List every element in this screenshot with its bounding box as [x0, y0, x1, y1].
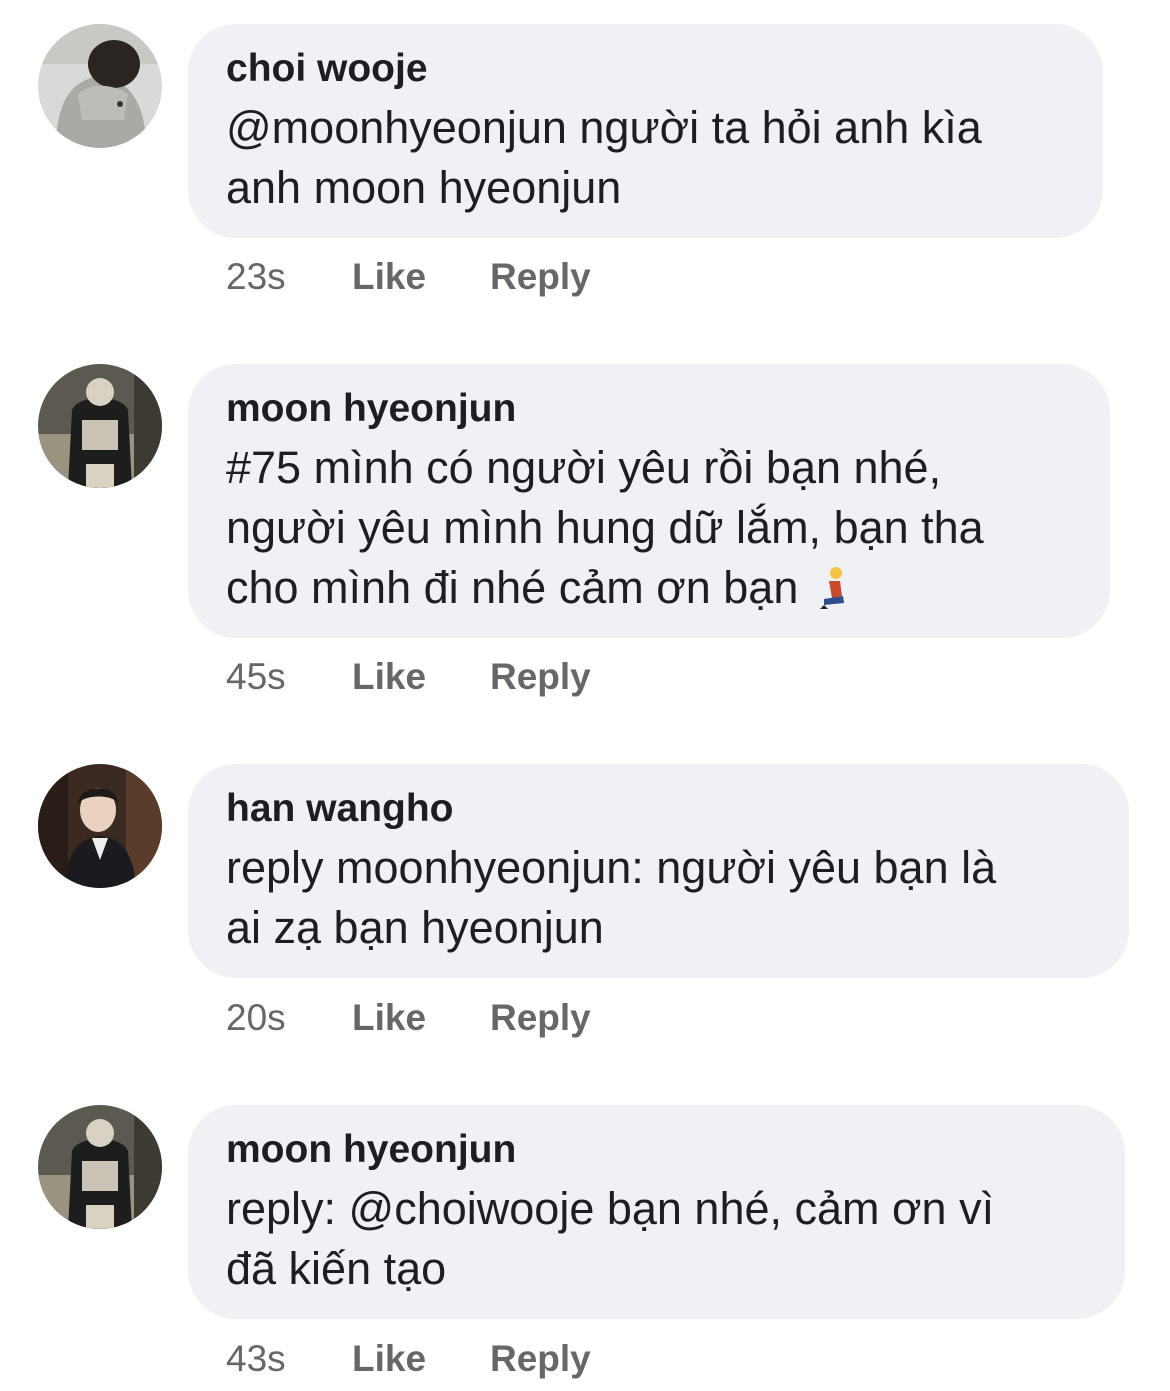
comment-timestamp: 20s — [226, 997, 286, 1038]
avatar-gray-hoodie-icon — [38, 24, 162, 148]
kneeling-person-emoji-icon — [816, 565, 850, 611]
comment-text-segment: cho mình đi nhé cảm ơn bạn — [226, 562, 799, 613]
comment-author[interactable]: han wangho — [226, 784, 1089, 834]
comment-text-line: đã kiến tạo — [226, 1243, 447, 1294]
avatar[interactable] — [38, 1105, 162, 1229]
comment-text: #75 mình có người yêu rồi bạn nhé, người… — [226, 438, 1070, 618]
comment-bubble: moon hyeonjun #75 mình có người yêu rồi … — [188, 364, 1110, 638]
comment-bubble: choi wooje @moonhyeonjun người ta hỏi an… — [188, 24, 1103, 238]
comment-text-line: ai zạ bạn hyeonjun — [226, 902, 604, 953]
comment-text-line: người yêu mình hung dữ lắm, bạn tha — [226, 502, 984, 553]
comment-text-line: reply: @choiwooje bạn nhé, cảm ơn vì — [226, 1183, 995, 1234]
reply-button[interactable]: Reply — [490, 252, 591, 302]
comment-timestamp: 43s — [226, 1338, 286, 1379]
avatar[interactable] — [38, 364, 162, 488]
comment-text-line: @moonhyeonjun người ta hỏi anh kìa — [226, 102, 982, 153]
avatar-champions-jacket-icon — [38, 364, 162, 488]
comment-timestamp: 23s — [226, 256, 286, 297]
comment-author[interactable]: moon hyeonjun — [226, 384, 1070, 434]
reply-button[interactable]: Reply — [490, 993, 591, 1043]
like-button[interactable]: Like — [352, 1334, 426, 1384]
comment-bubble: han wangho reply moonhyeonjun: người yêu… — [188, 764, 1129, 978]
comment-text-line: #75 mình có người yêu rồi bạn nhé, — [226, 442, 942, 493]
comment-timestamp: 45s — [226, 656, 286, 697]
comment-author[interactable]: choi wooje — [226, 44, 1063, 94]
avatar[interactable] — [38, 24, 162, 148]
avatar[interactable] — [38, 764, 162, 888]
comment-bubble: moon hyeonjun reply: @choiwooje bạn nhé,… — [188, 1105, 1125, 1319]
avatar-suit-icon — [38, 764, 162, 888]
reply-button[interactable]: Reply — [490, 652, 591, 702]
like-button[interactable]: Like — [352, 993, 426, 1043]
comment-text-line: cho mình đi nhé cảm ơn bạn — [226, 558, 1070, 618]
comment-text-line: anh moon hyeonjun — [226, 162, 622, 213]
like-button[interactable]: Like — [352, 252, 426, 302]
like-button[interactable]: Like — [352, 652, 426, 702]
reply-button[interactable]: Reply — [490, 1334, 591, 1384]
avatar-champions-jacket-icon — [38, 1105, 162, 1229]
comment-text: reply: @choiwooje bạn nhé, cảm ơn vì đã … — [226, 1179, 1085, 1299]
comment-text: @moonhyeonjun người ta hỏi anh kìa anh m… — [226, 98, 1063, 218]
comment-author[interactable]: moon hyeonjun — [226, 1125, 1085, 1175]
comment-text-line: reply moonhyeonjun: người yêu bạn là — [226, 842, 997, 893]
comment-text: reply moonhyeonjun: người yêu bạn là ai … — [226, 838, 1089, 958]
